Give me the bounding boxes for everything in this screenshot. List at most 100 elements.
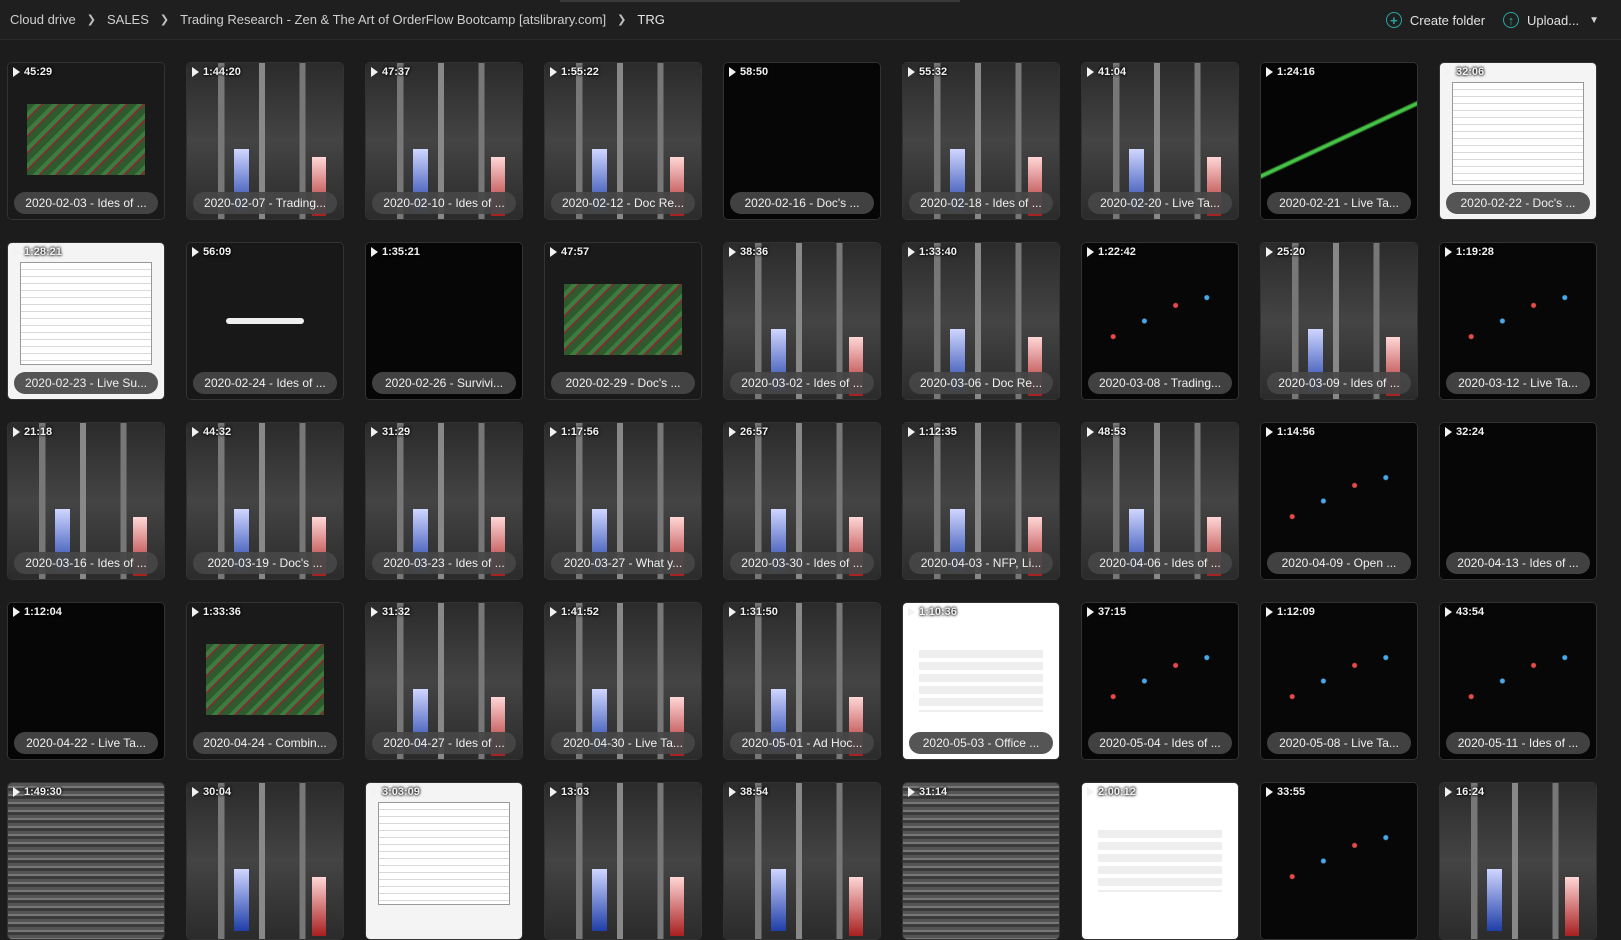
- upload-label: Upload...: [1527, 12, 1580, 28]
- video-tile[interactable]: 31:32 2020-04-27 - Ides of ...: [365, 602, 523, 760]
- duration-badge: 1:24:16: [1266, 66, 1315, 78]
- video-title: 2020-02-21 - Live Ta...: [1267, 192, 1411, 214]
- duration-text: 1:12:35: [919, 426, 957, 438]
- video-tile[interactable]: 1:12:09 2020-05-08 - Live Ta...: [1260, 602, 1418, 760]
- video-tile[interactable]: 1:12:35 2020-04-03 - NFP, Li...: [902, 422, 1060, 580]
- duration-text: 1:10:36: [919, 606, 957, 618]
- duration-text: 45:29: [24, 66, 53, 78]
- video-title: 2020-02-22 - Doc's ...: [1446, 192, 1590, 214]
- play-icon: [1087, 67, 1094, 77]
- play-icon: [371, 787, 378, 797]
- video-title: 2020-05-08 - Live Ta...: [1267, 732, 1411, 754]
- create-folder-label: Create folder: [1409, 12, 1486, 28]
- upload-arrow-icon: ↑: [1503, 12, 1520, 28]
- video-tile[interactable]: 1:19:28 2020-03-12 - Live Ta...: [1439, 242, 1597, 400]
- video-tile[interactable]: 56:09 2020-02-24 - Ides of ...: [186, 242, 344, 400]
- video-tile[interactable]: 1:44:20 2020-02-07 - Trading...: [186, 62, 344, 220]
- play-icon: [908, 67, 915, 77]
- breadcrumb-item-folder[interactable]: Trading Research - Zen & The Art of Orde…: [180, 12, 606, 27]
- video-tile[interactable]: 32:06 2020-02-22 - Doc's ...: [1439, 62, 1597, 220]
- play-icon: [1445, 67, 1452, 77]
- upload-button[interactable]: ↑ Upload... ▼: [1503, 12, 1599, 28]
- duration-badge: 45:29: [13, 66, 52, 78]
- play-icon: [1087, 247, 1094, 257]
- duration-text: 1:49:30: [24, 786, 62, 798]
- duration-badge: 1:44:20: [192, 66, 241, 78]
- video-tile[interactable]: 1:33:36 2020-04-24 - Combin...: [186, 602, 344, 760]
- video-tile[interactable]: 3:03:09: [365, 782, 523, 940]
- duration-badge: 47:57: [550, 246, 589, 258]
- video-thumbnail: [1440, 783, 1596, 939]
- video-thumbnail: [724, 783, 880, 939]
- play-icon: [371, 427, 378, 437]
- video-tile[interactable]: 25:20 2020-03-09 - Ides of ...: [1260, 242, 1418, 400]
- video-tile[interactable]: 1:49:30: [7, 782, 165, 940]
- video-tile[interactable]: 21:18 2020-03-16 - Ides of ...: [7, 422, 165, 580]
- video-tile[interactable]: 30:04: [186, 782, 344, 940]
- video-tile[interactable]: 1:17:56 2020-03-27 - What y...: [544, 422, 702, 580]
- video-tile[interactable]: 1:31:50 2020-05-01 - Ad Hoc...: [723, 602, 881, 760]
- create-folder-button[interactable]: + Create folder: [1385, 12, 1486, 28]
- play-icon: [192, 787, 199, 797]
- video-tile[interactable]: 47:57 2020-02-29 - Doc's ...: [544, 242, 702, 400]
- video-tile[interactable]: 1:55:22 2020-02-12 - Doc Re...: [544, 62, 702, 220]
- video-tile[interactable]: 26:57 2020-03-30 - Ides of ...: [723, 422, 881, 580]
- video-tile[interactable]: 55:32 2020-02-18 - Ides of ...: [902, 62, 1060, 220]
- video-title: 2020-02-07 - Trading...: [193, 192, 337, 214]
- video-title: 2020-02-18 - Ides of ...: [909, 192, 1053, 214]
- video-tile[interactable]: 1:14:56 2020-04-09 - Open ...: [1260, 422, 1418, 580]
- duration-badge: 47:37: [371, 66, 410, 78]
- top-divider: [560, 0, 960, 2]
- play-icon: [1266, 247, 1273, 257]
- video-tile[interactable]: 1:33:40 2020-03-06 - Doc Re...: [902, 242, 1060, 400]
- breadcrumb-item-current[interactable]: TRG: [637, 12, 664, 27]
- video-tile[interactable]: 1:22:42 2020-03-08 - Trading...: [1081, 242, 1239, 400]
- breadcrumb-item-sales[interactable]: SALES: [107, 12, 149, 27]
- duration-text: 1:12:09: [1277, 606, 1315, 618]
- video-title: 2020-03-06 - Doc Re...: [909, 372, 1053, 394]
- duration-text: 55:32: [919, 66, 948, 78]
- duration-badge: 43:54: [1445, 606, 1484, 618]
- video-tile[interactable]: 38:54: [723, 782, 881, 940]
- duration-text: 26:57: [740, 426, 769, 438]
- video-tile[interactable]: 41:04 2020-02-20 - Live Ta...: [1081, 62, 1239, 220]
- duration-text: 31:14: [919, 786, 948, 798]
- video-title: 2020-05-01 - Ad Hoc...: [730, 732, 874, 754]
- duration-badge: 1:12:35: [908, 426, 957, 438]
- video-tile[interactable]: 45:29 2020-02-03 - Ides of ...: [7, 62, 165, 220]
- video-tile[interactable]: 31:14: [902, 782, 1060, 940]
- video-tile[interactable]: 48:53 2020-04-06 - Ides of ...: [1081, 422, 1239, 580]
- duration-badge: 1:28:21: [13, 246, 62, 258]
- video-tile[interactable]: 33:55: [1260, 782, 1418, 940]
- video-tile[interactable]: 38:36 2020-03-02 - Ides of ...: [723, 242, 881, 400]
- video-tile[interactable]: 1:12:04 2020-04-22 - Live Ta...: [7, 602, 165, 760]
- play-icon: [729, 67, 736, 77]
- duration-badge: 37:15: [1087, 606, 1126, 618]
- video-tile[interactable]: 58:50 2020-02-16 - Doc's ...: [723, 62, 881, 220]
- video-title: 2020-04-24 - Combin...: [193, 732, 337, 754]
- video-tile[interactable]: 44:32 2020-03-19 - Doc's ...: [186, 422, 344, 580]
- chevron-down-icon[interactable]: ▼: [1589, 15, 1599, 26]
- video-tile[interactable]: 2:00:12: [1081, 782, 1239, 940]
- video-title: 2020-03-08 - Trading...: [1088, 372, 1232, 394]
- duration-badge: 56:09: [192, 246, 231, 258]
- duration-badge: 13:03: [550, 786, 589, 798]
- video-tile[interactable]: 1:24:16 2020-02-21 - Live Ta...: [1260, 62, 1418, 220]
- video-tile[interactable]: 47:37 2020-02-10 - Ides of ...: [365, 62, 523, 220]
- video-tile[interactable]: 1:28:21 2020-02-23 - Live Su...: [7, 242, 165, 400]
- play-icon: [729, 247, 736, 257]
- duration-text: 1:28:21: [24, 246, 62, 258]
- video-tile[interactable]: 13:03: [544, 782, 702, 940]
- video-tile[interactable]: 16:24: [1439, 782, 1597, 940]
- video-tile[interactable]: 32:24 2020-04-13 - Ides of ...: [1439, 422, 1597, 580]
- play-icon: [13, 607, 20, 617]
- video-tile[interactable]: 1:35:21 2020-02-26 - Survivi...: [365, 242, 523, 400]
- breadcrumb-item-cloud-drive[interactable]: Cloud drive: [10, 12, 76, 27]
- video-tile[interactable]: 37:15 2020-05-04 - Ides of ...: [1081, 602, 1239, 760]
- video-thumbnail: [366, 783, 522, 939]
- video-tile[interactable]: 1:41:52 2020-04-30 - Live Ta...: [544, 602, 702, 760]
- video-tile[interactable]: 43:54 2020-05-11 - Ides of ...: [1439, 602, 1597, 760]
- video-tile[interactable]: 31:29 2020-03-23 - Ides of ...: [365, 422, 523, 580]
- duration-badge: 30:04: [192, 786, 231, 798]
- video-tile[interactable]: 1:10:36 2020-05-03 - Office ...: [902, 602, 1060, 760]
